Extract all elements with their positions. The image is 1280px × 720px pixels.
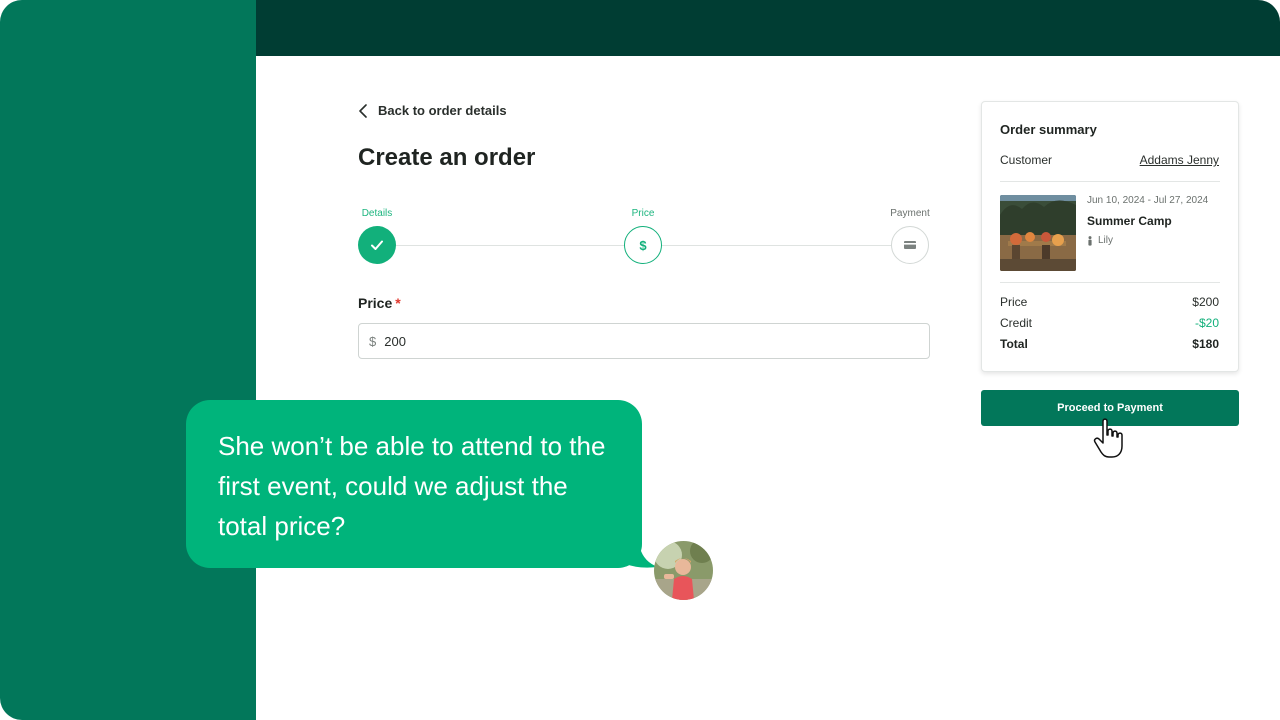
order-summary-card: Order summary Customer Addams Jenny Jun …	[981, 101, 1239, 372]
customer-name-link[interactable]: Addams Jenny	[1140, 153, 1219, 167]
back-link-label: Back to order details	[378, 103, 507, 118]
price-label-text: Price	[358, 295, 393, 311]
left-brand-panel	[0, 0, 256, 720]
credit-line: Credit -$20	[1000, 316, 1219, 330]
price-field-label: Price *	[358, 295, 401, 311]
chat-message-bubble: She won’t be able to attend to the first…	[186, 400, 642, 568]
total-line-label: Total	[1000, 337, 1028, 351]
credit-line-value: -$20	[1194, 316, 1219, 330]
step-details[interactable]: Details	[347, 208, 407, 264]
total-line-value: $180	[1192, 337, 1219, 351]
price-line-value: $200	[1192, 295, 1219, 309]
price-line: Price $200	[1000, 295, 1219, 309]
step-price-label: Price	[631, 208, 655, 219]
page-title: Create an order	[358, 144, 536, 171]
currency-prefix: $	[369, 333, 377, 349]
event-thumbnail	[1000, 195, 1076, 271]
credit-card-icon	[904, 241, 916, 249]
event-name: Summer Camp	[1087, 214, 1172, 228]
required-asterisk: *	[395, 295, 401, 311]
step-price[interactable]: Price $	[613, 208, 673, 264]
order-stepper: Details Price $ Payment	[358, 208, 930, 268]
attendee-name: Lily	[1098, 235, 1114, 246]
step-payment-circle	[891, 226, 929, 264]
price-input[interactable]: $ 200	[358, 323, 930, 359]
hand-pointer-icon	[1093, 418, 1123, 458]
event-dates: Jun 10, 2024 - Jul 27, 2024	[1087, 195, 1209, 206]
step-details-label: Details	[361, 208, 393, 219]
top-header-band	[256, 0, 1280, 56]
app-frame: Back to order details Create an order De…	[0, 0, 1280, 720]
order-summary-title: Order summary	[1000, 122, 1097, 137]
customer-label: Customer	[1000, 153, 1053, 167]
summary-divider	[1000, 181, 1220, 182]
total-line: Total $180	[1000, 337, 1219, 351]
step-payment[interactable]: Payment	[880, 208, 940, 264]
step-price-circle: $	[624, 226, 662, 264]
chevron-left-icon	[359, 103, 367, 118]
step-details-circle	[358, 226, 396, 264]
summary-divider	[1000, 282, 1220, 283]
dollar-icon: $	[639, 237, 647, 253]
price-input-value: 200	[384, 333, 406, 349]
person-icon	[1088, 235, 1092, 246]
back-to-order-details-link[interactable]: Back to order details	[358, 103, 507, 118]
price-line-label: Price	[1000, 295, 1028, 309]
event-attendee: Lily	[1087, 235, 1113, 246]
credit-line-label: Credit	[1000, 316, 1033, 330]
chat-message-text: She won’t be able to attend to the first…	[218, 431, 606, 541]
customer-avatar	[654, 541, 713, 600]
step-payment-label: Payment	[890, 208, 930, 219]
check-icon	[371, 240, 383, 250]
